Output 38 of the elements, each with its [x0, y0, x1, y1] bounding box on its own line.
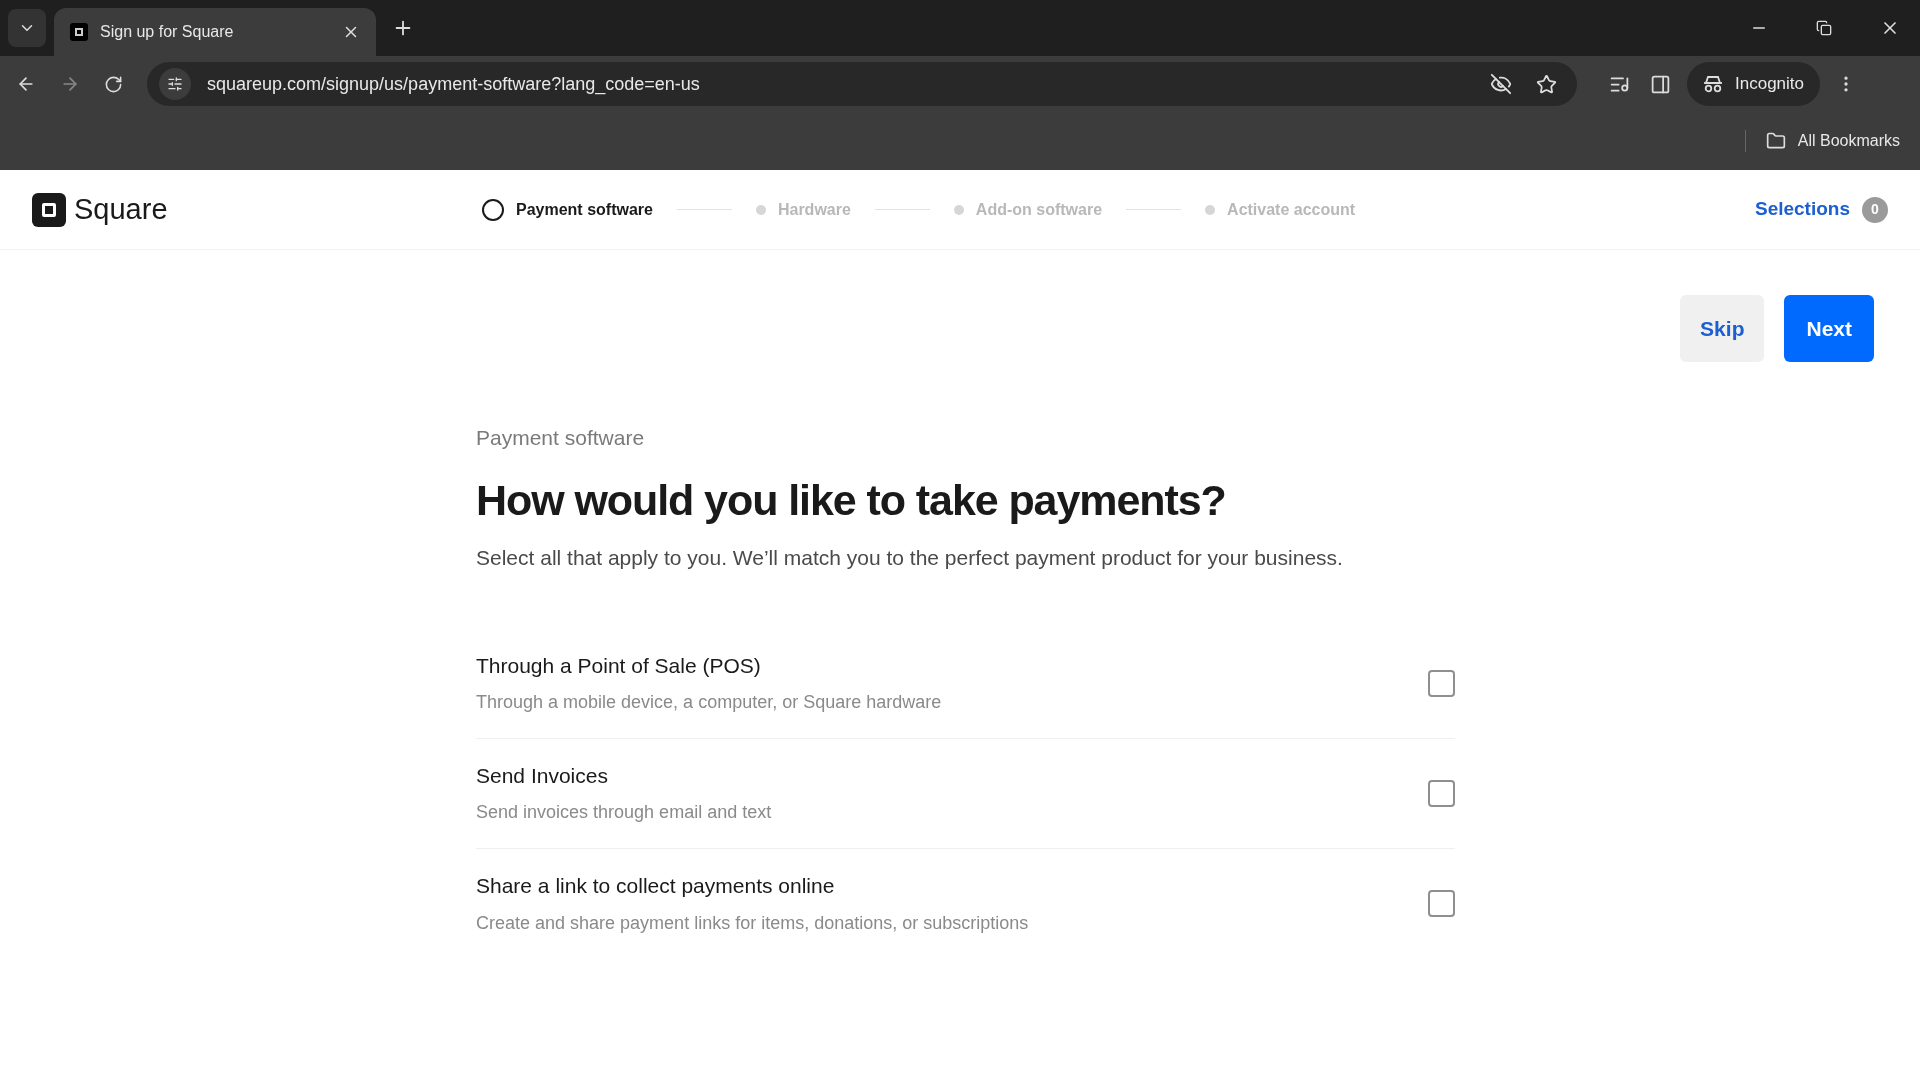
tab-title: Sign up for Square — [100, 22, 235, 42]
browser-tab[interactable]: Sign up for Square — [54, 8, 376, 56]
step-label: Activate account — [1227, 199, 1356, 220]
eye-slash-icon[interactable] — [1490, 73, 1512, 95]
all-bookmarks-button[interactable]: All Bookmarks — [1765, 129, 1900, 153]
option-checkbox[interactable] — [1428, 779, 1455, 807]
option-checkbox[interactable] — [1428, 890, 1455, 917]
option-title: Through a Point of Sale (POS) — [476, 652, 762, 679]
current-step-icon — [482, 198, 504, 221]
site-settings-icon[interactable] — [159, 68, 191, 100]
option-description: Send invoices through email and text — [476, 801, 773, 825]
page-heading: How would you like to take payments? — [476, 474, 1227, 526]
selections-link[interactable]: Selections — [1754, 195, 1850, 224]
option-title: Share a link to collect payments online — [476, 873, 836, 900]
incognito-icon — [1703, 75, 1723, 93]
restore-icon[interactable] — [1816, 20, 1832, 36]
incognito-badge[interactable]: Incognito — [1687, 62, 1820, 106]
step-label: Add-on software — [975, 199, 1103, 220]
option-title: Send Invoices — [476, 762, 609, 789]
option-description: Create and share payment links for items, donations, or subscriptions — [476, 911, 1030, 935]
option-checkbox[interactable] — [1428, 669, 1455, 697]
page-description: Select all that apply to you. We’ll match you to the perfect payment product for your business. — [476, 545, 1344, 571]
selections-count-badge: 0 — [1862, 196, 1888, 223]
logo-text: Square — [74, 191, 168, 227]
step-label: Payment software — [516, 199, 653, 220]
url-text: squareup.com/signup/us/payment-software?lang_code=en-us — [207, 72, 701, 97]
step-label: Hardware — [777, 199, 851, 220]
reload-icon[interactable] — [104, 74, 123, 94]
option-description: Through a mobile device, a computer, or Square hardware — [476, 691, 943, 715]
side-panel-icon[interactable] — [1650, 73, 1671, 95]
folder-icon — [1765, 131, 1786, 151]
bookmark-star-icon[interactable] — [1536, 73, 1557, 95]
skip-button[interactable]: Skip — [1680, 295, 1765, 362]
section-eyebrow: Payment software — [476, 425, 646, 451]
address-bar[interactable]: squareup.com/signup/us/payment-software?lang_code=en-us — [147, 62, 1577, 106]
next-button[interactable]: Next — [1784, 295, 1874, 362]
square-logo-icon — [32, 192, 66, 227]
square-favicon-icon — [70, 23, 88, 41]
